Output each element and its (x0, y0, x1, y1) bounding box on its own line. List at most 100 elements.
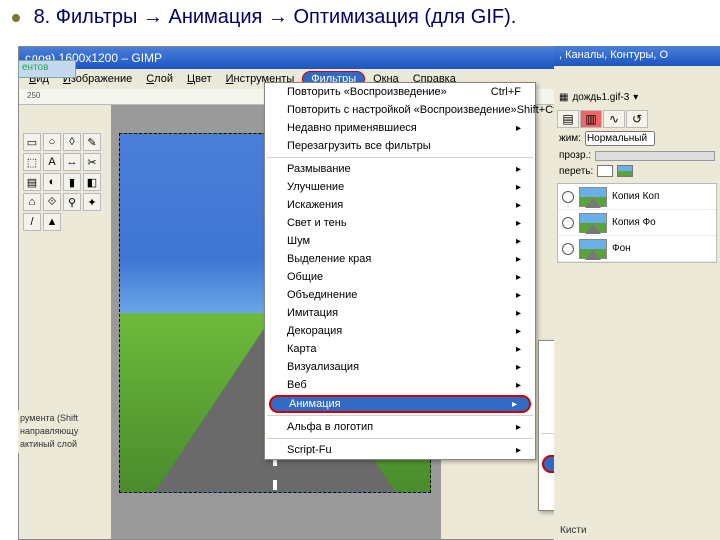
menu-item[interactable]: Script-Fu (265, 441, 535, 459)
menu-item[interactable]: Улучшение (265, 178, 535, 196)
filters-menu-popup[interactable]: Повторить «Воспроизведение»Ctrl+FПовтори… (264, 82, 536, 460)
file-icon: ▦ (559, 92, 568, 103)
tool-grid: ▭○◊✎ ⬚A↔✂ ▤◐▮◧ ⌂⟐⚲✦ /▲ (23, 133, 105, 231)
menu-item-label: Перезагрузить все фильтры (287, 140, 431, 152)
layer-row[interactable]: Копия Коп (558, 184, 716, 210)
tool-10[interactable]: ▮ (63, 173, 81, 191)
image-selector[interactable]: дождь1.gif-3 (572, 92, 629, 103)
tool-4[interactable]: ⬚ (23, 153, 41, 171)
menu-item[interactable]: Анимация (269, 395, 531, 413)
menu-item-label: Недавно применявшиеся (287, 122, 417, 134)
menu-item[interactable]: Повторить «Воспроизведение» Ctrl+F (265, 83, 535, 101)
tool-17[interactable]: ▲ (43, 213, 61, 231)
menu-item-accel: Ctrl+F (491, 86, 521, 98)
layer-row[interactable]: Копия Фо (558, 210, 716, 236)
tool-5[interactable]: A (43, 153, 61, 171)
visibility-icon[interactable] (562, 217, 574, 229)
menu-item-label: Свет и тень (287, 217, 347, 229)
menu-item[interactable]: Искажения (265, 196, 535, 214)
tab-layers[interactable]: ▤ (557, 110, 579, 128)
tab-paths[interactable]: ∿ (603, 110, 625, 128)
menu-item[interactable]: Карта (265, 340, 535, 358)
hint-line: румента (Shift (20, 412, 104, 425)
menu-item-label: Декорация (287, 325, 342, 337)
menu-цвет[interactable]: Цвет (181, 71, 218, 87)
menu-separator (267, 415, 533, 416)
menu-item-label: Общие (287, 271, 323, 283)
tab-channels[interactable]: ▥ (580, 110, 602, 128)
layer-thumbnail (579, 239, 607, 259)
lock-alpha-checkbox[interactable] (617, 165, 633, 177)
dock-titlebar: , Каналы, Контуры, О (554, 46, 720, 66)
tool-11[interactable]: ◧ (83, 173, 101, 191)
tool-14[interactable]: ⚲ (63, 193, 81, 211)
layer-row[interactable]: Фон (558, 236, 716, 262)
toolbox-tab[interactable]: ентов (18, 60, 76, 78)
menu-item[interactable]: Декорация (265, 322, 535, 340)
menu-item[interactable]: Шум (265, 232, 535, 250)
dock-tabs[interactable]: ▤ ▥ ∿ ↺ (554, 105, 720, 129)
tool-2[interactable]: ◊ (63, 133, 81, 151)
lock-label: переть: (559, 166, 593, 177)
tool-15[interactable]: ✦ (83, 193, 101, 211)
menu-item-label: Повторить «Воспроизведение» (287, 86, 447, 98)
menu-item[interactable]: Имитация (265, 304, 535, 322)
tab-undo[interactable]: ↺ (626, 110, 648, 128)
menu-слой[interactable]: Слой (140, 71, 179, 87)
layer-thumbnail (579, 213, 607, 233)
menu-item-label: Искажения (287, 199, 343, 211)
lock-pixels-checkbox[interactable] (597, 165, 613, 177)
tool-13[interactable]: ⟐ (43, 193, 61, 211)
toolbox-tab-label: ентов (22, 62, 48, 73)
hint-line: направляющу (20, 425, 104, 438)
menu-separator (267, 157, 533, 158)
slide: 8. Фильтры → Анимация → Оптимизация (для… (0, 0, 720, 540)
menu-item-label: Script-Fu (287, 444, 332, 456)
menu-item-label: Визуализация (287, 361, 359, 373)
status-hints: румента (Shift направляющу актиный слой (18, 410, 106, 453)
mode-select[interactable] (585, 131, 655, 146)
visibility-icon[interactable] (562, 191, 574, 203)
tool-7[interactable]: ✂ (83, 153, 101, 171)
tool-9[interactable]: ◐ (43, 173, 61, 191)
menu-item-label: Повторить с настройкой «Воспроизведение» (287, 104, 517, 116)
menu-item[interactable]: Свет и тень (265, 214, 535, 232)
menu-item[interactable]: Недавно применявшиеся (265, 119, 535, 137)
dock-panel-right: , Каналы, Контуры, О ▦ дождь1.gif-3 ▾ ▤ … (554, 46, 720, 540)
chevron-down-icon[interactable]: ▾ (633, 92, 638, 103)
mode-label: жим: (559, 133, 581, 144)
menu-item[interactable]: Перезагрузить все фильтры (265, 137, 535, 155)
menu-item[interactable]: Альфа в логотип (265, 418, 535, 436)
bullet-icon (12, 14, 20, 22)
opacity-label: прозр.: (559, 150, 591, 161)
menu-item-label: Улучшение (287, 181, 344, 193)
layer-name: Фон (612, 243, 631, 254)
layers-list[interactable]: Копия Коп Копия Фо Фон (557, 183, 717, 263)
visibility-icon[interactable] (562, 243, 574, 255)
menu-item[interactable]: Объединение (265, 286, 535, 304)
menu-item[interactable]: Визуализация (265, 358, 535, 376)
layer-name: Копия Коп (612, 191, 659, 202)
opacity-slider[interactable] (595, 151, 715, 161)
menu-item[interactable]: Выделение края (265, 250, 535, 268)
hint-line: актиный слой (20, 438, 104, 451)
menu-item-label: Размывание (287, 163, 351, 175)
menu-item[interactable]: Размывание (265, 160, 535, 178)
menu-item[interactable]: Веб (265, 376, 535, 394)
tool-0[interactable]: ▭ (23, 133, 41, 151)
menu-item[interactable]: Повторить с настройкой «Воспроизведение»… (265, 101, 535, 119)
tool-1[interactable]: ○ (43, 133, 61, 151)
toolbox: ▭○◊✎ ⬚A↔✂ ▤◐▮◧ ⌂⟐⚲✦ /▲ (19, 105, 109, 235)
menu-item[interactable]: Общие (265, 268, 535, 286)
caption-text: 8. Фильтры → Анимация → Оптимизация (для… (34, 6, 517, 28)
menu-item-label: Объединение (287, 289, 357, 301)
tool-6[interactable]: ↔ (63, 153, 81, 171)
tool-8[interactable]: ▤ (23, 173, 41, 191)
tool-3[interactable]: ✎ (83, 133, 101, 151)
menu-item-label: Анимация (289, 398, 341, 410)
tool-12[interactable]: ⌂ (23, 193, 41, 211)
brushes-dock-label: Кисти (560, 525, 587, 536)
menu-separator (267, 438, 533, 439)
tool-16[interactable]: / (23, 213, 41, 231)
menu-item-label: Карта (287, 343, 316, 355)
